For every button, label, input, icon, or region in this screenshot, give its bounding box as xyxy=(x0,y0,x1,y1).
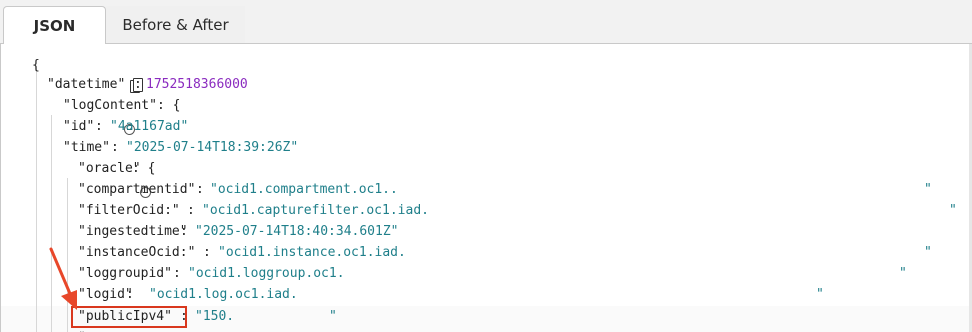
colon: : xyxy=(111,140,127,155)
json-panel: { "datetime" : 1752518366000 "logContent… xyxy=(0,43,972,332)
json-line-loggroupid: "loggroupid" : "ocid1.loggroup.oc1. " xyxy=(1,263,972,284)
json-tree: { "datetime" : 1752518366000 "logContent… xyxy=(1,44,972,332)
value-compartmentid: "ocid1.compartment.oc1.. xyxy=(210,182,398,197)
colon: : xyxy=(187,203,203,218)
tab-json[interactable]: JSON xyxy=(3,6,106,44)
value-closing-quote: " xyxy=(924,182,932,197)
value-logid: "ocid1.log.oc1.iad. xyxy=(149,287,298,302)
json-viewer-window: JSON Before & After { "datetime": 17525… xyxy=(0,0,972,332)
value-id: "4a1167ad" xyxy=(110,119,189,134)
value-closing-quote: " xyxy=(899,266,907,281)
key-filterocid: "filterOcid:" xyxy=(78,203,180,218)
key-id: "id" xyxy=(63,119,95,134)
value-time: "2025-07-14T18:39:26Z" xyxy=(126,140,299,155)
json-line-filterocid: "filterOcid:" : "ocid1.capturefilter.oc1… xyxy=(1,200,972,221)
tab-before-after[interactable]: Before & After xyxy=(106,6,245,44)
value-datetime: 1752518366000 xyxy=(146,77,248,92)
json-line-datetime: "datetime" : 1752518366000 xyxy=(1,74,972,95)
key-ingestedtime: "ingestedtime" xyxy=(78,224,188,239)
value-ingestedtime: "2025-07-14T18:40:34.601Z" xyxy=(195,224,399,239)
colon-brace: : { xyxy=(157,98,181,113)
json-line-logid: "logid" : "ocid1.log.oc1.iad. " xyxy=(1,284,972,305)
open-brace: { xyxy=(32,58,40,73)
key-time: "time" xyxy=(63,140,110,155)
value-filterocid: "ocid1.capturefilter.oc1.iad. xyxy=(202,203,429,218)
json-line-id: "id" : "4a1167ad" xyxy=(1,116,972,137)
value-loggroupid: "ocid1.loggroup.oc1. xyxy=(188,266,345,281)
json-line-open: { xyxy=(1,55,972,93)
colon-brace: : { xyxy=(132,161,156,176)
value-closing-quote: " xyxy=(816,287,824,302)
value-closing-quote: " xyxy=(329,309,337,324)
json-line-logcontent: "logContent" : { xyxy=(1,95,972,135)
colon: : xyxy=(180,224,196,239)
key-datetime: "datetime" xyxy=(47,77,126,92)
json-line-compartmentid: "compartmentid" : "ocid1.compartment.oc1… xyxy=(1,179,972,200)
annotation-arrow-icon xyxy=(49,247,77,310)
colon: : xyxy=(173,266,189,281)
colon: : xyxy=(95,119,111,134)
json-line-oracle: "oracle" : { xyxy=(1,158,972,198)
colon: : xyxy=(126,287,142,302)
json-line-ingestedtime: "ingestedtime" : "2025-07-14T18:40:34.60… xyxy=(1,221,972,242)
value-publicipv4: "150. xyxy=(195,309,235,324)
key-compartmentid: "compartmentid" xyxy=(78,182,196,197)
key-loggroupid: "loggroupid" xyxy=(78,266,172,281)
key-instanceocid: "instanceOcid:" xyxy=(78,245,196,260)
colon: : xyxy=(203,245,219,260)
tab-bar: JSON Before & After xyxy=(0,0,972,44)
value-closing-quote: " xyxy=(949,203,957,218)
value-closing-quote: " xyxy=(924,245,932,260)
value-instanceocid: "ocid1.instance.oc1.iad. xyxy=(218,245,406,260)
key-logcontent: "logContent" xyxy=(63,98,157,113)
json-line-time: "time" : "2025-07-14T18:39:26Z" xyxy=(1,137,972,158)
json-line-instanceocid: "instanceOcid:" : "ocid1.instance.oc1.ia… xyxy=(1,242,972,263)
